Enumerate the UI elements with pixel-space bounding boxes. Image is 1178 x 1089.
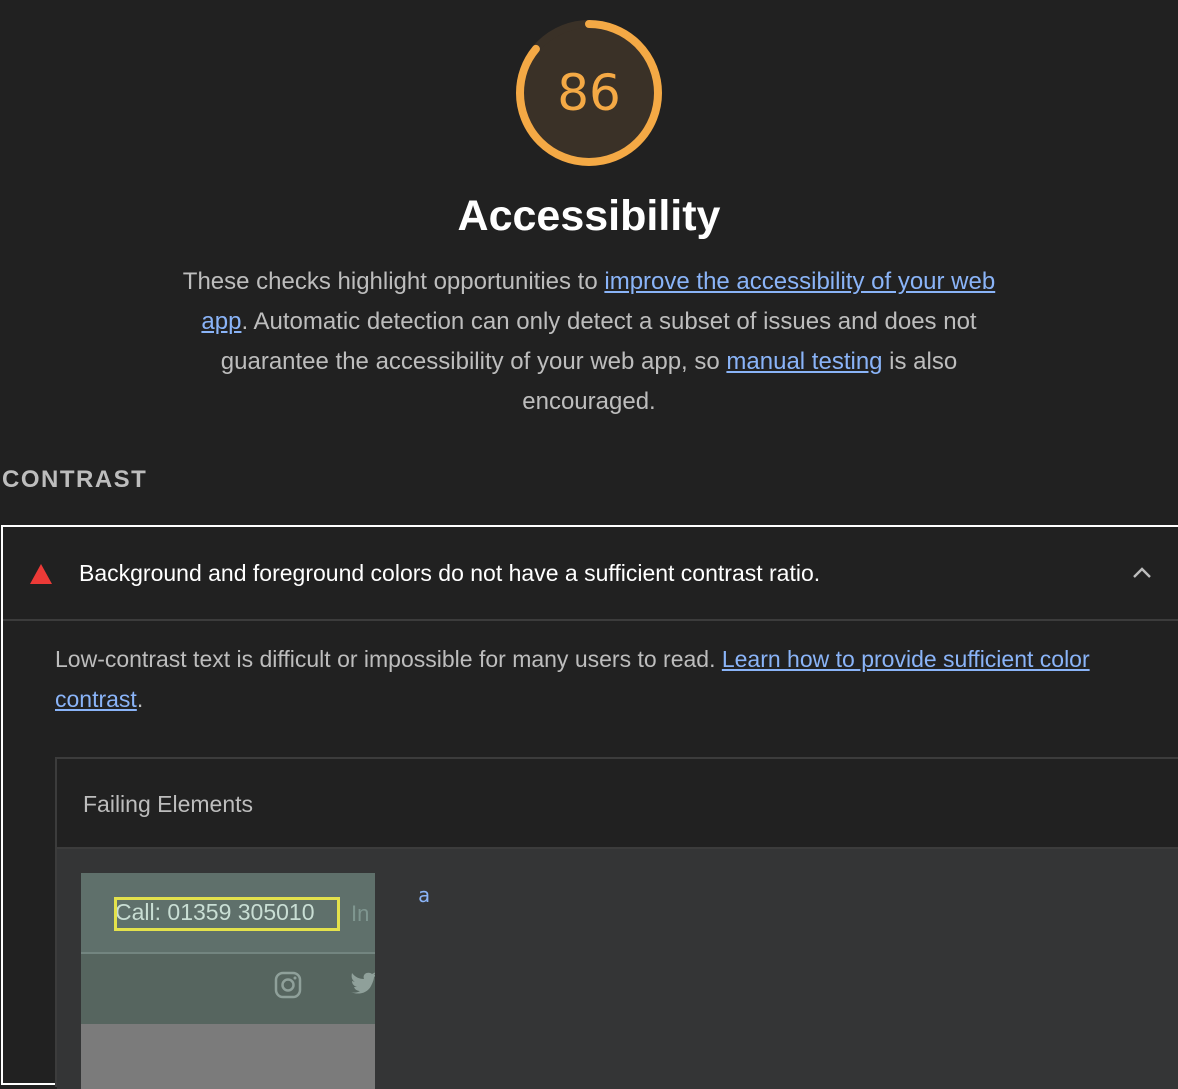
audit-description: Low-contrast text is difficult or imposs… xyxy=(55,639,1175,719)
fail-triangle-icon xyxy=(30,564,52,584)
table-header: Failing Elements xyxy=(57,759,1178,849)
score-gauge: 86 xyxy=(516,20,662,166)
score-value: 86 xyxy=(557,64,621,122)
audit-desc-text: Low-contrast text is difficult or imposs… xyxy=(55,646,722,672)
node-label: a xyxy=(418,883,431,907)
group-title: CONTRAST xyxy=(2,466,148,493)
details-table: Failing Elements Call: 01359 305010 In a xyxy=(55,757,1178,1089)
chevron-up-icon[interactable] xyxy=(1132,565,1152,579)
twitter-icon xyxy=(351,972,375,994)
audit-header[interactable]: Background and foreground colors do not … xyxy=(3,527,1178,621)
contrast-audit: Background and foreground colors do not … xyxy=(1,525,1178,1089)
element-screenshot: Call: 01359 305010 In xyxy=(81,873,375,1089)
table-row: Call: 01359 305010 In a xyxy=(57,849,1178,1089)
column-header-failing-elements: Failing Elements xyxy=(83,791,254,817)
element-highlight-box xyxy=(114,897,340,931)
audit-desc-text: . xyxy=(136,686,144,712)
manual-testing-link[interactable]: manual testing xyxy=(726,348,882,375)
category-description: These checks highlight opportunities to … xyxy=(180,262,998,422)
screenshot-bottom-area xyxy=(81,1024,375,1089)
screenshot-faint-text: In xyxy=(351,901,370,926)
screenshot-social-area xyxy=(81,954,375,1024)
category-title: Accessibility xyxy=(457,192,721,240)
audit-title: Background and foreground colors do not … xyxy=(79,560,821,586)
category-desc-text: These checks highlight opportunities to xyxy=(182,268,605,295)
instagram-icon xyxy=(274,971,302,999)
